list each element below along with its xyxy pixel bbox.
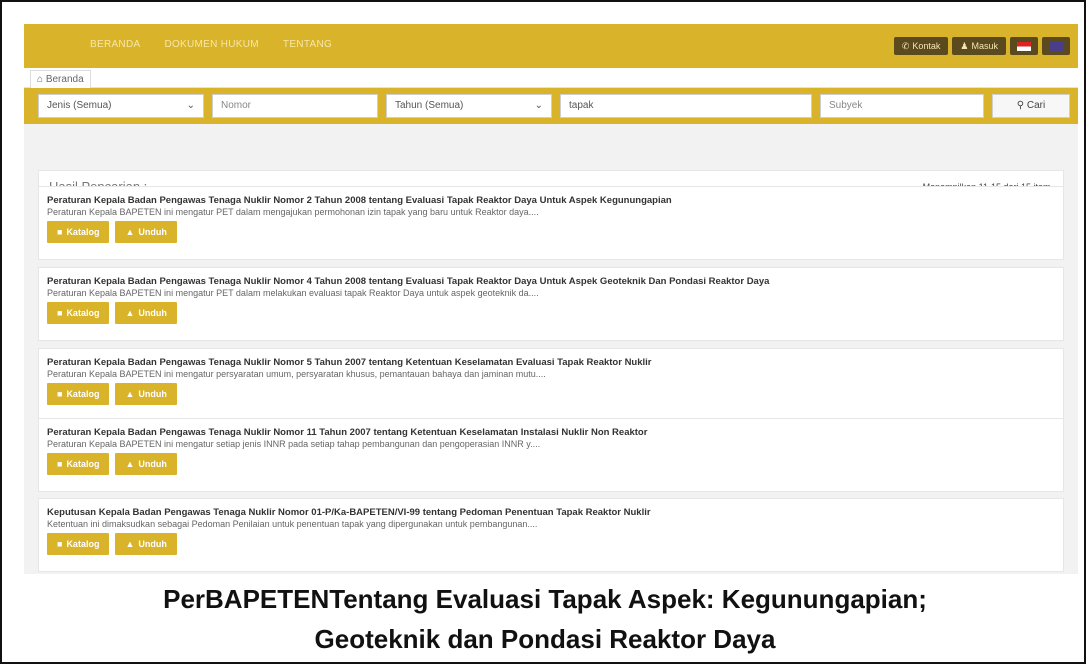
- result-title[interactable]: Peraturan Kepala Badan Pengawas Tenaga N…: [47, 427, 647, 438]
- unduh-button[interactable]: ▲ Unduh: [115, 221, 177, 243]
- masuk-label: Masuk: [971, 41, 998, 51]
- nomor-input[interactable]: Nomor: [212, 94, 378, 118]
- katalog-label: Katalog: [66, 539, 100, 549]
- katalog-label: Katalog: [66, 389, 100, 399]
- kontak-label: Kontak: [912, 41, 941, 51]
- jenis-value: Jenis (Semua): [47, 100, 112, 111]
- flag-en-icon: [1049, 41, 1063, 51]
- result-desc: Peraturan Kepala BAPETEN ini mengatur PE…: [47, 207, 539, 217]
- language-id-button[interactable]: [1010, 37, 1038, 55]
- cari-label: Cari: [1026, 100, 1046, 111]
- result-card: Peraturan Kepala Badan Pengawas Tenaga N…: [38, 348, 1064, 422]
- download-icon: ▲: [125, 308, 135, 318]
- home-icon: ⌂: [37, 74, 44, 85]
- screenshot: BERANDA DOKUMEN HUKUM TENTANG ✆ Kontak ♟…: [24, 24, 1078, 574]
- masuk-button[interactable]: ♟ Masuk: [952, 37, 1006, 55]
- chevron-down-icon: ⌄: [534, 100, 543, 111]
- result-actions: ■ Katalog ▲ Unduh: [47, 221, 177, 243]
- katalog-button[interactable]: ■ Katalog: [47, 221, 110, 243]
- katalog-label: Katalog: [66, 459, 100, 469]
- breadcrumb-label: Beranda: [45, 74, 84, 85]
- unduh-label: Unduh: [138, 539, 167, 549]
- book-icon: ■: [57, 459, 63, 469]
- phone-icon: ✆: [901, 41, 910, 51]
- katalog-button[interactable]: ■ Katalog: [47, 302, 110, 324]
- katalog-label: Katalog: [66, 308, 100, 318]
- book-icon: ■: [57, 308, 63, 318]
- result-title[interactable]: Keputusan Kepala Badan Pengawas Tenaga N…: [47, 507, 651, 518]
- nav-beranda[interactable]: BERANDA: [90, 39, 140, 50]
- book-icon: ■: [57, 539, 63, 549]
- result-desc: Ketentuan ini dimaksudkan sebagai Pedoma…: [47, 519, 538, 529]
- result-desc: Peraturan Kepala BAPETEN ini mengatur se…: [47, 439, 541, 449]
- unduh-button[interactable]: ▲ Unduh: [115, 383, 177, 405]
- unduh-button[interactable]: ▲ Unduh: [115, 302, 177, 324]
- unduh-label: Unduh: [138, 227, 167, 237]
- result-desc: Peraturan Kepala BAPETEN ini mengatur PE…: [47, 288, 539, 298]
- tahun-select[interactable]: Tahun (Semua) ⌄: [386, 94, 552, 118]
- result-title[interactable]: Peraturan Kepala Badan Pengawas Tenaga N…: [47, 276, 769, 287]
- search-bar: Jenis (Semua) ⌄ Nomor Tahun (Semua) ⌄ ta…: [24, 88, 1078, 124]
- subyek-input[interactable]: Subyek: [820, 94, 984, 118]
- breadcrumb-bar: ⌂ Beranda: [24, 68, 1078, 88]
- jenis-select[interactable]: Jenis (Semua) ⌄: [38, 94, 204, 118]
- keyword-input[interactable]: tapak: [560, 94, 812, 118]
- result-title[interactable]: Peraturan Kepala Badan Pengawas Tenaga N…: [47, 195, 672, 206]
- language-en-button[interactable]: [1042, 37, 1070, 55]
- result-actions: ■ Katalog ▲ Unduh: [47, 383, 177, 405]
- breadcrumb-home[interactable]: ⌂ Beranda: [30, 70, 91, 88]
- top-navbar: BERANDA DOKUMEN HUKUM TENTANG ✆ Kontak ♟…: [24, 24, 1078, 68]
- katalog-button[interactable]: ■ Katalog: [47, 453, 110, 475]
- kontak-button[interactable]: ✆ Kontak: [893, 37, 949, 55]
- book-icon: ■: [57, 389, 63, 399]
- caption-line-1: PerBAPETENTentang Evaluasi Tapak Aspek: …: [163, 584, 927, 614]
- unduh-button[interactable]: ▲ Unduh: [115, 453, 177, 475]
- unduh-label: Unduh: [138, 389, 167, 399]
- unduh-button[interactable]: ▲ Unduh: [115, 533, 177, 555]
- nav-links: BERANDA DOKUMEN HUKUM TENTANG: [90, 39, 332, 50]
- download-icon: ▲: [125, 459, 135, 469]
- caption-line-2: Geoteknik dan Pondasi Reaktor Daya: [314, 624, 776, 654]
- tahun-value: Tahun (Semua): [395, 100, 464, 111]
- unduh-label: Unduh: [138, 459, 167, 469]
- chevron-down-icon: ⌄: [186, 100, 195, 111]
- katalog-button[interactable]: ■ Katalog: [47, 383, 110, 405]
- download-icon: ▲: [125, 389, 135, 399]
- nav-dokumen-hukum[interactable]: DOKUMEN HUKUM: [164, 39, 258, 50]
- result-actions: ■ Katalog ▲ Unduh: [47, 302, 177, 324]
- unduh-label: Unduh: [138, 308, 167, 318]
- user-icon: ♟: [960, 41, 969, 51]
- search-icon: ⚲: [1016, 100, 1025, 111]
- katalog-label: Katalog: [66, 227, 100, 237]
- cari-button[interactable]: ⚲ Cari: [992, 94, 1070, 118]
- result-title[interactable]: Peraturan Kepala Badan Pengawas Tenaga N…: [47, 357, 652, 368]
- flag-id-icon: [1017, 41, 1031, 51]
- download-icon: ▲: [125, 227, 135, 237]
- result-card: Peraturan Kepala Badan Pengawas Tenaga N…: [38, 186, 1064, 260]
- result-card: Peraturan Kepala Badan Pengawas Tenaga N…: [38, 418, 1064, 492]
- nav-right: ✆ Kontak ♟ Masuk: [893, 37, 1070, 55]
- result-actions: ■ Katalog ▲ Unduh: [47, 533, 177, 555]
- book-icon: ■: [57, 227, 63, 237]
- nav-tentang[interactable]: TENTANG: [283, 39, 332, 50]
- result-card: Peraturan Kepala Badan Pengawas Tenaga N…: [38, 267, 1064, 341]
- result-actions: ■ Katalog ▲ Unduh: [47, 453, 177, 475]
- result-card: Keputusan Kepala Badan Pengawas Tenaga N…: [38, 498, 1064, 572]
- katalog-button[interactable]: ■ Katalog: [47, 533, 110, 555]
- download-icon: ▲: [125, 539, 135, 549]
- result-desc: Peraturan Kepala BAPETEN ini mengatur pe…: [47, 369, 546, 379]
- figure-frame: BERANDA DOKUMEN HUKUM TENTANG ✆ Kontak ♟…: [0, 0, 1086, 664]
